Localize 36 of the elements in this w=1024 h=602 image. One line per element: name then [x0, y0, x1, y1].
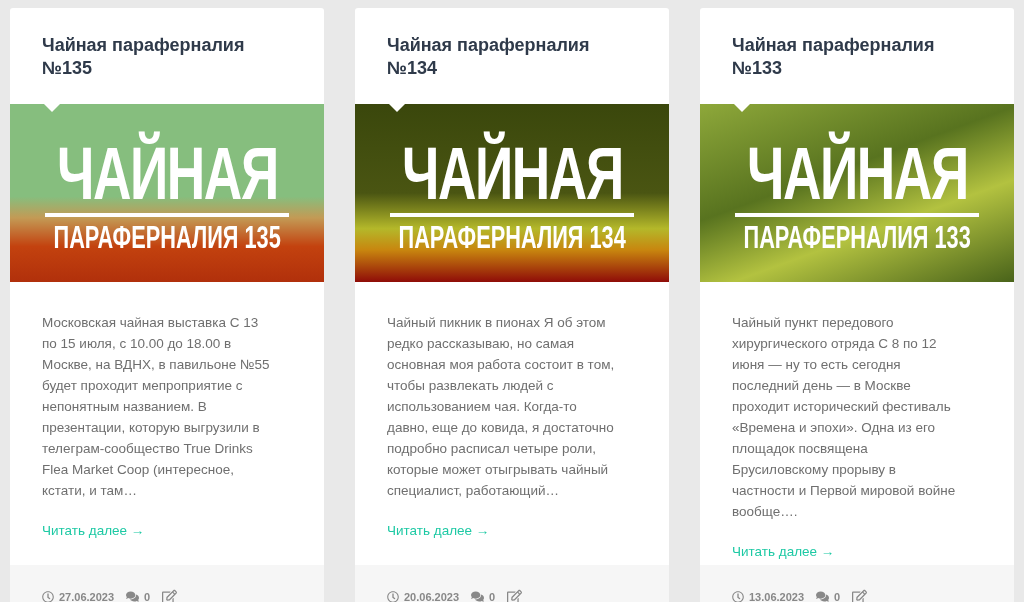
cover-headline: ЧАЙНАЯ	[401, 131, 623, 217]
cover-subtitle: ПАРАФЕРНАЛИЯ 134	[398, 219, 626, 255]
post-excerpt: Московская чайная выставка С 13 по 15 июля, с 10.00 до 18.00 в Москве, на ВДНХ, в павильоне №55 будет проходит мепроприятие с непонятным названием. В презентации, которую выгрузили в телеграм-сообщество True Drinks Flea Market Coop (интересное, кстати, и там…	[42, 314, 271, 500]
clock-icon	[42, 590, 54, 602]
cover-image[interactable]: ЧАЙНАЯ ПАРАФЕРНАЛИЯ 135	[10, 104, 324, 282]
comments-icon[interactable]	[816, 590, 830, 602]
cover-headline: ЧАЙНАЯ	[746, 131, 968, 217]
comment-count[interactable]: 0	[489, 590, 496, 602]
post-excerpt: Чайный пункт передового хирургического отряда С 8 по 12 июня — ну то есть сегодня последний день — в Москве проходит исторический фестиваль «Времена и эпохи». Одна из его площадок посвящена Брусиловскому прорыву в частности и Первой мировой войне вообще….	[732, 314, 957, 521]
cover-headline: ЧАЙНАЯ	[56, 131, 278, 217]
post-date: 20.06.2023	[404, 590, 460, 602]
edit-icon[interactable]	[852, 589, 868, 602]
post-title[interactable]: Чайная параферналия №133	[700, 8, 1014, 104]
comments-icon[interactable]	[126, 590, 140, 602]
post-date: 13.06.2023	[749, 590, 805, 602]
cover-subtitle: ПАРАФЕРНАЛИЯ 133	[743, 219, 971, 255]
comment-count[interactable]: 0	[144, 590, 151, 602]
pointer-notch	[44, 104, 60, 112]
read-more-link[interactable]: Читать далее →	[732, 544, 835, 559]
cover-image[interactable]: ЧАЙНАЯ ПАРАФЕРНАЛИЯ 133	[700, 104, 1014, 282]
cover-subtitle: ПАРАФЕРНАЛИЯ 135	[53, 219, 281, 255]
pointer-notch	[389, 104, 405, 112]
read-more-link[interactable]: Читать далее →	[387, 523, 490, 538]
post-date: 27.06.2023	[59, 590, 115, 602]
post-title[interactable]: Чайная параферналия №134	[355, 8, 669, 104]
post-title[interactable]: Чайная параферналия №135	[10, 8, 324, 104]
read-more-link[interactable]: Читать далее →	[42, 523, 145, 538]
pointer-notch	[734, 104, 750, 112]
edit-icon[interactable]	[507, 589, 523, 602]
comments-icon[interactable]	[471, 590, 485, 602]
comment-count[interactable]: 0	[834, 590, 841, 602]
edit-icon[interactable]	[162, 589, 178, 602]
cover-image[interactable]: ЧАЙНАЯ ПАРАФЕРНАЛИЯ 134	[355, 104, 669, 282]
post-excerpt: Чайный пикник в пионах Я об этом редко рассказываю, но самая основная моя работа состоит в том, чтобы развлекать людей с использованием чая. Когда-то давно, еще до ковида, я достаточно подробно расписал четыре роли, которые может отыгрывать чайный специалист, работающий…	[387, 314, 616, 500]
clock-icon	[732, 590, 744, 602]
clock-icon	[387, 590, 399, 602]
